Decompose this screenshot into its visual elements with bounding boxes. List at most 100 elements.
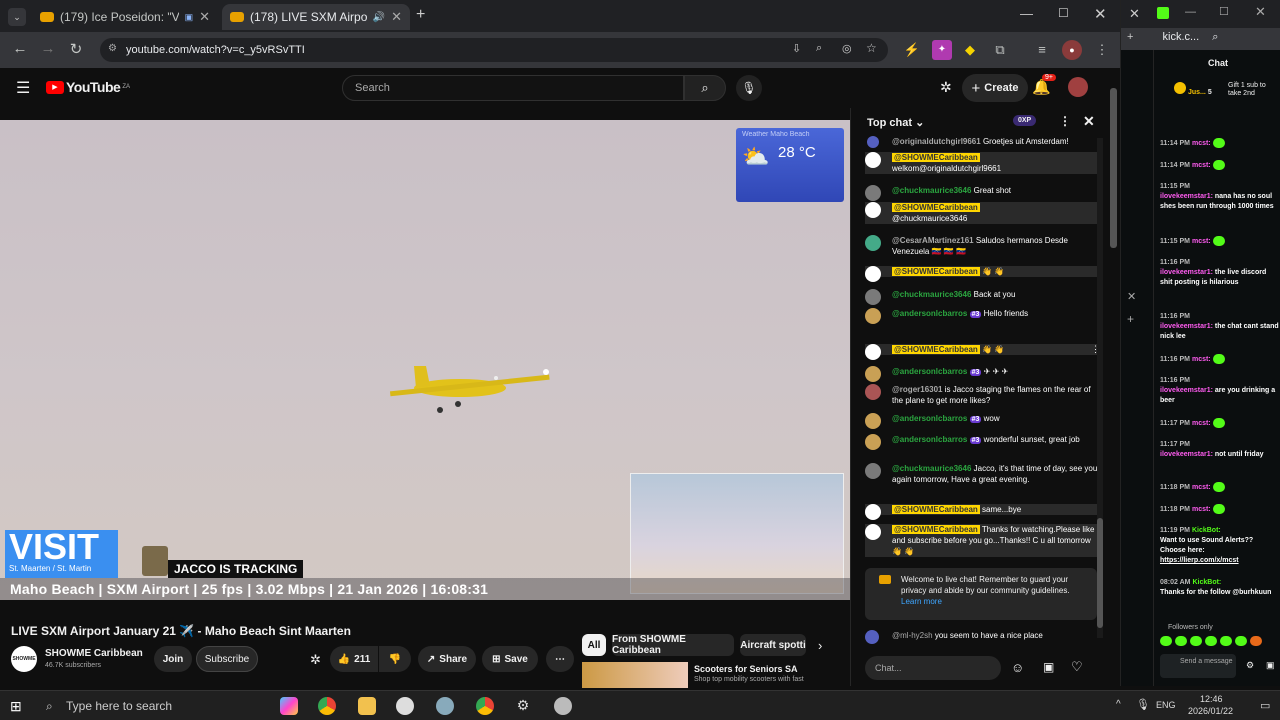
close-tab-icon[interactable]: ✕ — [199, 9, 210, 25]
windows-start-icon[interactable]: ⊞ — [10, 698, 22, 715]
taskbar-copilot-icon[interactable] — [280, 697, 298, 715]
kick-user[interactable]: ilovekeemstar1: — [1160, 387, 1213, 394]
rec-thumbnail[interactable] — [582, 662, 688, 688]
kick-send-icon[interactable]: ▣ — [1266, 660, 1275, 671]
filter-chip-aircraft[interactable]: Aircraft spotti — [740, 634, 806, 656]
bookmark-star-icon[interactable]: ☆ — [866, 41, 877, 55]
learn-more-link[interactable]: Learn more — [901, 597, 942, 606]
tab-sxm-airport[interactable]: (178) LIVE SXM Airport Janu 🔊 ✕ — [222, 4, 410, 30]
notification-center-icon[interactable]: ▭ — [1260, 699, 1270, 712]
chat-author[interactable]: @chuckmaurice3646 — [892, 290, 971, 299]
chat-author[interactable]: @andersonlcbarros — [892, 414, 967, 423]
join-button[interactable]: Join — [154, 646, 192, 672]
site-info-icon[interactable]: ⚙ — [108, 43, 117, 54]
chat-author[interactable]: @SHOWMECaribbean — [892, 153, 980, 162]
new-tab-button[interactable]: + — [416, 6, 425, 24]
tray-time[interactable]: 12:46 — [1200, 694, 1223, 704]
rec-title[interactable]: Scooters for Seniors SA — [694, 664, 798, 674]
share-button[interactable]: ↗ Share — [418, 646, 476, 672]
kick-emote-icon[interactable] — [1175, 636, 1187, 646]
chat-author[interactable]: @andersonlcbarros — [892, 367, 967, 376]
back-icon[interactable]: ← — [6, 40, 34, 57]
chat-author[interactable]: @andersonlcbarros — [892, 309, 967, 318]
kick-user[interactable]: mcst: — [1192, 238, 1211, 245]
save-button[interactable]: ⊞ Save — [482, 646, 538, 672]
close-window-icon[interactable]: ✕ — [1094, 5, 1107, 23]
extension-2-icon[interactable]: ✦ — [932, 40, 952, 60]
points-badge[interactable]: 0XP — [1013, 115, 1037, 126]
search-input[interactable]: Search — [342, 75, 684, 101]
youtube-logo[interactable]: ▶ YouTube ZA — [46, 79, 130, 95]
chat-author[interactable]: @roger16301 — [892, 385, 943, 394]
chat-author[interactable]: @SHOWMECaribbean — [892, 525, 980, 534]
more-actions-button[interactable]: ⋯ — [546, 646, 574, 672]
kick-maximize-icon[interactable]: ☐ — [1219, 5, 1229, 18]
media-controls-icon[interactable]: ≡ — [1032, 40, 1052, 60]
audio-icon[interactable]: 🔊 — [373, 12, 385, 23]
chat-author[interactable]: @originaldutchgirl9661 — [892, 137, 981, 146]
taskbar-chrome-active-icon[interactable] — [476, 697, 494, 715]
profile-avatar-icon[interactable]: ● — [1062, 40, 1082, 60]
close-tab-icon[interactable]: ✕ — [391, 9, 402, 25]
kick-emote-icon[interactable] — [1235, 636, 1247, 646]
chat-author[interactable]: @SHOWMECaribbean — [892, 203, 980, 212]
kick-side-add-icon[interactable]: + — [1127, 312, 1134, 326]
super-chat-icon[interactable]: ▣ — [1043, 660, 1054, 674]
zoom-icon[interactable]: ⌕ — [816, 42, 822, 55]
kick-settings-icon[interactable]: ⚙ — [1246, 660, 1254, 671]
close-chat-icon[interactable]: ✕ — [1083, 113, 1095, 130]
tray-lang[interactable]: ENG — [1156, 700, 1176, 710]
account-avatar[interactable] — [1068, 77, 1088, 97]
maximize-icon[interactable]: ☐ — [1058, 6, 1069, 20]
minimize-icon[interactable]: — — [1020, 6, 1033, 21]
taskbar-app2-icon[interactable] — [554, 697, 572, 715]
kick-user[interactable]: mcst: — [1192, 140, 1211, 147]
kick-pinned-gift[interactable]: Jus... 5 Gift 1 sub to take 2nd — [1174, 82, 1274, 122]
kick-emote-icon[interactable] — [1250, 636, 1262, 646]
kick-user[interactable]: mcst: — [1192, 484, 1211, 491]
top-chat-dropdown[interactable]: Top chat ⌄ — [867, 116, 924, 129]
eye-off-icon[interactable]: ◎ — [842, 42, 852, 55]
chat-author[interactable]: @CesarAMartinez161 — [892, 236, 974, 245]
dislike-button[interactable]: 👎 — [379, 646, 411, 672]
extension-1-icon[interactable]: ⚡ — [902, 40, 922, 60]
kick-close-tab-icon[interactable]: ✕ — [1129, 6, 1140, 22]
chat-author[interactable]: @SHOWMECaribbean — [892, 345, 980, 354]
kick-emote-icon[interactable] — [1160, 636, 1172, 646]
channel-avatar[interactable]: SHOWME — [11, 646, 37, 672]
taskbar-obs-icon[interactable] — [396, 697, 414, 715]
reload-icon[interactable]: ↻ — [62, 40, 90, 58]
emoji-icon[interactable]: ☺ — [1011, 660, 1024, 675]
chat-author[interactable]: @SHOWMECaribbean — [892, 505, 980, 514]
kick-emote-icon[interactable] — [1220, 636, 1232, 646]
taskbar-search-input[interactable]: ⌕ Type here to search — [36, 693, 264, 719]
tab-search-button[interactable]: ⌄ — [8, 8, 26, 26]
kick-close-window-icon[interactable]: ✕ — [1255, 4, 1266, 20]
filter-chip-channel[interactable]: From SHOWME Caribbean — [612, 634, 734, 656]
kick-zoom-icon[interactable]: ⌕ — [1212, 31, 1218, 43]
taskbar-explorer-icon[interactable] — [358, 697, 376, 715]
tray-mic-icon[interactable]: 🎙 — [1136, 698, 1150, 711]
kick-user[interactable]: KickBot: — [1192, 579, 1221, 586]
extension-gear-icon[interactable]: ✲ — [310, 652, 321, 668]
kick-user[interactable]: ilovekeemstar1: — [1160, 323, 1213, 330]
kick-user[interactable]: mcst: — [1192, 506, 1211, 513]
kick-user[interactable]: mcst: — [1192, 162, 1211, 169]
kick-user[interactable]: mcst: — [1192, 356, 1211, 363]
chat-input[interactable]: Chat... — [865, 656, 1001, 680]
subscribe-button[interactable]: Subscribe — [196, 646, 258, 672]
kick-emote-icon[interactable] — [1190, 636, 1202, 646]
url-bar[interactable]: ⚙ youtube.com/watch?v=c_y5vRSvTTI ⇩ ⌕ ◎ … — [100, 38, 888, 62]
filter-chip-all[interactable]: All — [582, 634, 606, 656]
kick-minimize-icon[interactable]: — — [1185, 6, 1196, 18]
kick-user[interactable]: ilovekeemstar1: — [1160, 193, 1213, 200]
chrome-menu-icon[interactable]: ⋮ — [1092, 40, 1112, 60]
kick-link[interactable]: https://lierp.com/x/mcst — [1160, 557, 1239, 564]
page-scrollbar[interactable] — [1108, 68, 1120, 686]
chat-scrollbar[interactable] — [1097, 138, 1103, 638]
extension-3-icon[interactable]: ◆ — [960, 40, 980, 60]
kick-user[interactable]: mcst: — [1192, 420, 1211, 427]
taskbar-settings-icon[interactable]: ⚙ — [514, 697, 532, 715]
tab-ice-poseidon[interactable]: (179) Ice Poseidon: "Viña de ▣ ✕ — [32, 4, 218, 30]
kick-user[interactable]: ilovekeemstar1: — [1160, 269, 1213, 276]
